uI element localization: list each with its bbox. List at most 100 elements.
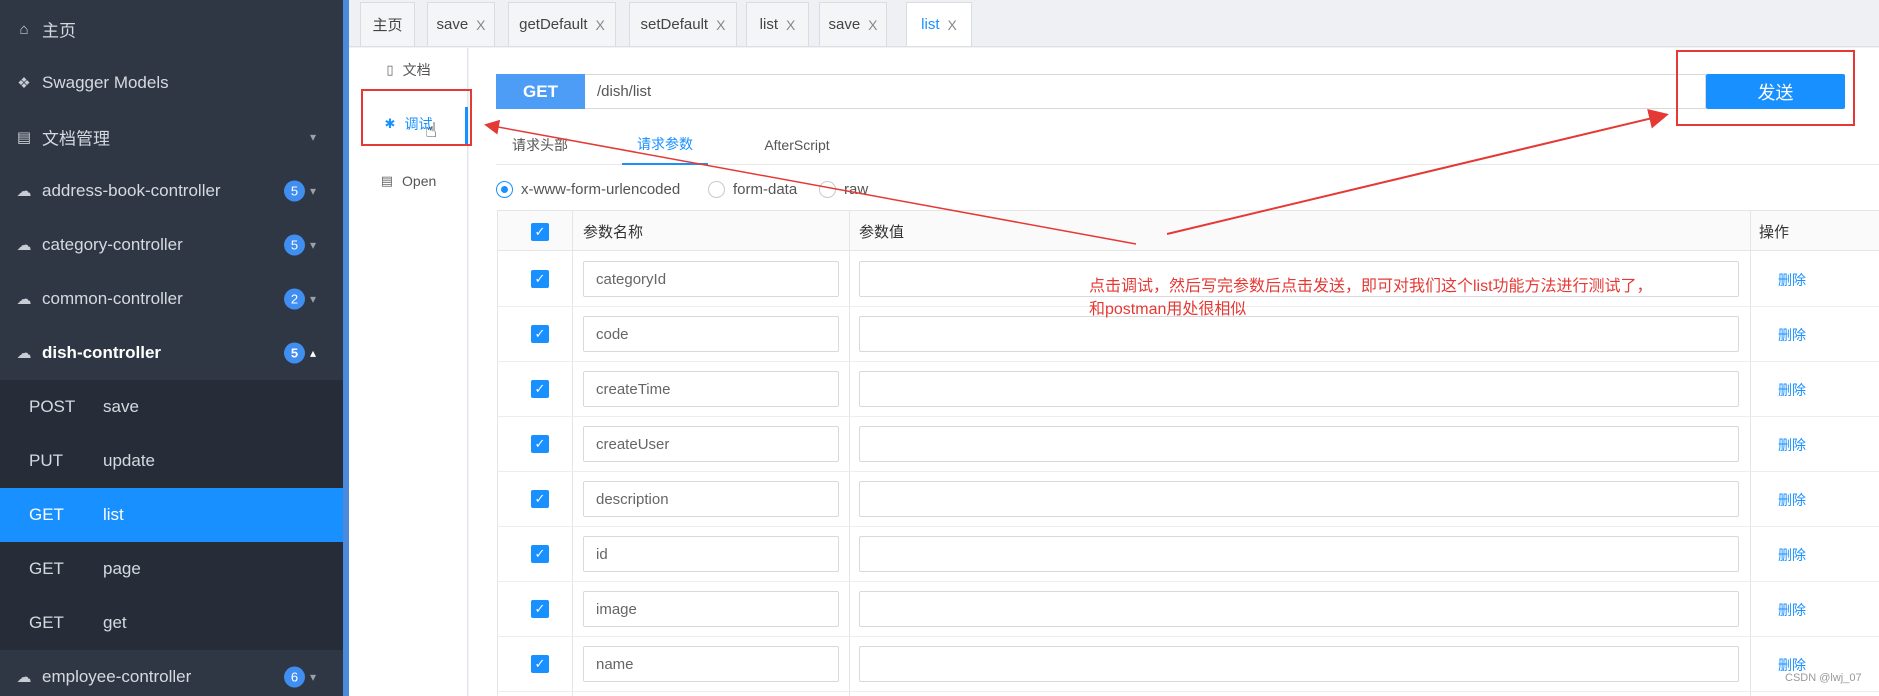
annotation-box-send: [1676, 50, 1855, 126]
row-checkbox[interactable]: ✓: [531, 600, 549, 618]
cloud-icon: ☁: [16, 669, 32, 686]
close-icon[interactable]: X: [786, 17, 795, 33]
radio-label: x-www-form-urlencoded: [521, 180, 681, 198]
row-checkbox[interactable]: ✓: [531, 325, 549, 343]
endpoint-path: page: [103, 559, 141, 578]
sidebar-item-swagger-models[interactable]: ❖ Swagger Models: [0, 56, 343, 110]
param-name-input[interactable]: id: [583, 536, 839, 572]
delete-link[interactable]: 删除: [1778, 362, 1806, 417]
sidebar-item-dish-controller[interactable]: ☁ dish-controller 5 ▴: [0, 326, 343, 380]
endpoint-get-get[interactable]: GET get: [0, 596, 343, 650]
sidebar-item-common-controller[interactable]: ☁ common-controller 2 ▾: [0, 272, 343, 326]
sidebar-item-label: address-book-controller: [42, 181, 221, 200]
delete-link[interactable]: 删除: [1778, 252, 1806, 307]
count-badge: 5: [284, 234, 305, 256]
close-icon[interactable]: X: [716, 17, 725, 33]
param-name-input[interactable]: image: [583, 591, 839, 627]
sidebar-item-label: dish-controller: [42, 343, 162, 362]
delete-link[interactable]: 删除: [1778, 472, 1806, 527]
menu-doc[interactable]: ▯ 文档: [349, 50, 468, 90]
param-value-input[interactable]: [859, 426, 1739, 462]
param-value-input[interactable]: [859, 481, 1739, 517]
select-all-checkbox[interactable]: ✓: [531, 211, 549, 252]
sidebar-item-category-controller[interactable]: ☁ category-controller 5 ▾: [0, 218, 343, 272]
close-icon[interactable]: X: [868, 17, 877, 33]
delete-link[interactable]: 删除: [1778, 417, 1806, 472]
endpoint-get-page[interactable]: GET page: [0, 542, 343, 596]
param-name-input[interactable]: createTime: [583, 371, 839, 407]
param-name-input[interactable]: code: [583, 316, 839, 352]
endpoint-path: list: [103, 505, 124, 524]
chevron-up-icon: ▴: [310, 346, 317, 360]
row-checkbox[interactable]: ✓: [531, 655, 549, 673]
param-name-input[interactable]: description: [583, 481, 839, 517]
menu-open[interactable]: ▤ Open: [349, 161, 468, 201]
param-value-input[interactable]: [859, 371, 1739, 407]
radio-formdata[interactable]: form-data: [708, 178, 797, 200]
tab-home[interactable]: 主页: [360, 2, 415, 46]
tab-bar: 主页 save X getDefault X setDefault X list X s…: [349, 0, 1879, 47]
endpoint-path: save: [103, 397, 139, 416]
request-subtabs: 请求头部 请求参数 AfterScript: [496, 124, 1879, 165]
tab-save-2[interactable]: save X: [819, 2, 887, 46]
tab-label: 主页: [372, 17, 403, 34]
param-name-input[interactable]: categoryId: [583, 261, 839, 297]
row-checkbox[interactable]: ✓: [531, 490, 549, 508]
annotation-box-debug: [361, 89, 472, 146]
endpoint-path: get: [103, 613, 127, 632]
file-icon: ▯: [386, 62, 394, 77]
table-row: ✓ id 删除: [498, 527, 1879, 582]
document-icon: ▤: [16, 129, 32, 146]
param-value-input[interactable]: [859, 646, 1739, 682]
param-value-input[interactable]: [859, 536, 1739, 572]
sidebar-item-label: category-controller: [42, 235, 183, 254]
endpoint-get-list[interactable]: GET list: [0, 488, 343, 542]
row-checkbox[interactable]: ✓: [531, 435, 549, 453]
file-text-icon: ▤: [380, 173, 394, 188]
sidebar-item-employee-controller[interactable]: ☁ employee-controller 6 ▾: [0, 650, 343, 696]
sidebar-item-address-book-controller[interactable]: ☁ address-book-controller 5 ▾: [0, 164, 343, 218]
radio-icon: [819, 180, 836, 198]
radio-urlencoded[interactable]: x-www-form-urlencoded: [496, 178, 680, 200]
endpoint-path: update: [103, 451, 155, 470]
tab-save[interactable]: save X: [427, 2, 495, 46]
url-input[interactable]: /dish/list: [585, 74, 1706, 109]
tab-list[interactable]: list X: [746, 2, 809, 46]
delete-link[interactable]: 删除: [1778, 527, 1806, 582]
sidebar-item-doc-manage[interactable]: ▤ 文档管理 ▾: [0, 110, 343, 164]
param-name-input[interactable]: createUser: [583, 426, 839, 462]
radio-icon: [708, 180, 725, 198]
tab-list-active[interactable]: list X: [906, 2, 972, 46]
tab-getdefault[interactable]: getDefault X: [508, 2, 616, 46]
param-value-input[interactable]: [859, 316, 1739, 352]
checkbox-checked-icon: ✓: [531, 222, 549, 241]
close-icon[interactable]: X: [596, 17, 605, 33]
delete-link[interactable]: 删除: [1778, 582, 1806, 637]
table-row: ✓ image 删除: [498, 582, 1879, 637]
cloud-icon: ☁: [16, 237, 32, 254]
count-badge: 5: [284, 342, 305, 364]
annotation-line: 和postman用处很相似: [1089, 301, 1247, 318]
endpoint-put-update[interactable]: PUT update: [0, 434, 343, 488]
row-checkbox[interactable]: ✓: [531, 270, 549, 288]
tab-afterscript[interactable]: AfterScript: [747, 124, 847, 165]
radio-label: raw: [844, 180, 869, 198]
chevron-down-icon: ▾: [310, 292, 317, 306]
sidebar-item-home[interactable]: ⌂ 主页: [0, 2, 343, 56]
tab-request-headers[interactable]: 请求头部: [496, 124, 584, 165]
row-checkbox[interactable]: ✓: [531, 380, 549, 398]
radio-raw[interactable]: raw: [819, 178, 868, 200]
close-icon[interactable]: X: [476, 17, 485, 33]
sidebar-item-label: Swagger Models: [42, 73, 169, 92]
tab-request-params[interactable]: 请求参数: [622, 124, 708, 165]
delete-link[interactable]: 删除: [1778, 307, 1806, 362]
param-value-input[interactable]: [859, 591, 1739, 627]
endpoint-post-save[interactable]: POST save: [0, 380, 343, 434]
sidebar-item-label: common-controller: [42, 289, 183, 308]
sidebar: ⌂ 主页 ❖ Swagger Models ▤ 文档管理 ▾ ☁ address…: [0, 0, 343, 696]
close-icon[interactable]: X: [948, 17, 957, 33]
tab-setdefault[interactable]: setDefault X: [629, 2, 737, 46]
row-checkbox[interactable]: ✓: [531, 545, 549, 563]
tab-label: getDefault: [519, 16, 588, 33]
param-name-input[interactable]: name: [583, 646, 839, 682]
